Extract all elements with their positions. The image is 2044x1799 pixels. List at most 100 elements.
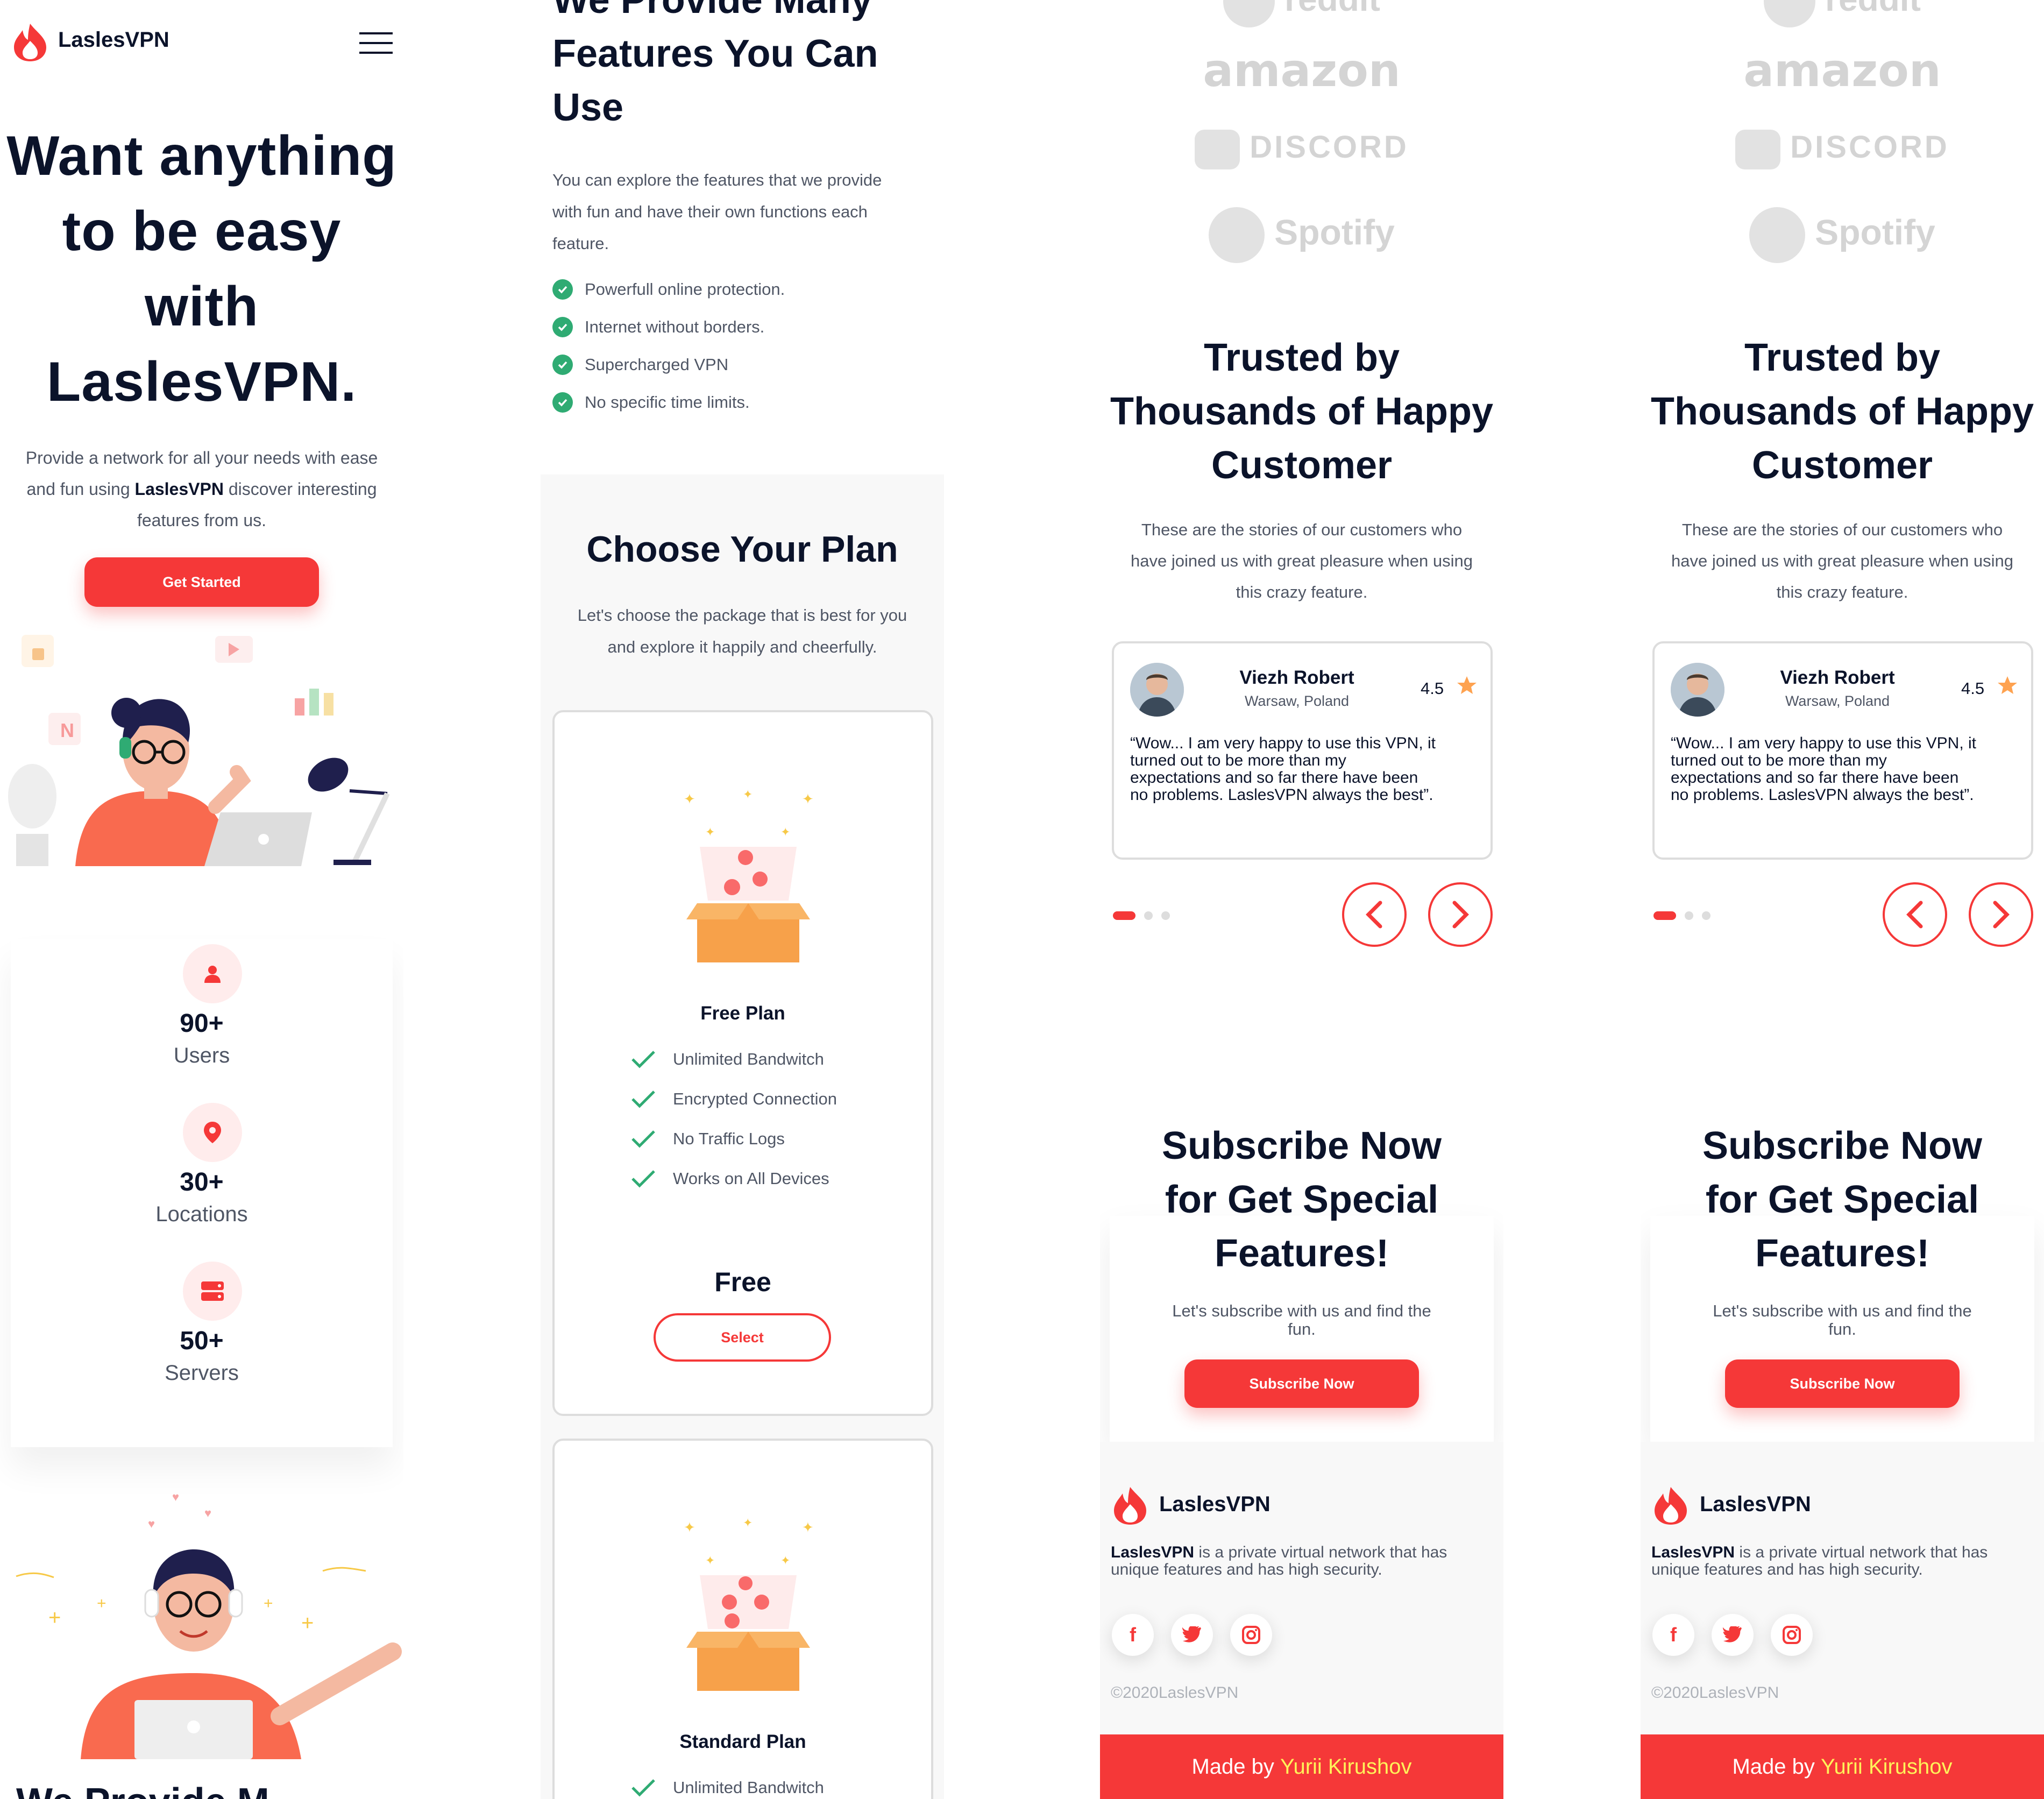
hero-desc-text: discover interesting [223, 479, 377, 499]
footer-logo-text[interactable]: LaslesVPN [1159, 1492, 1271, 1517]
feature-item-label: Supercharged VPN [585, 355, 729, 374]
svg-text:✦: ✦ [705, 1554, 715, 1567]
testimonial-card: Viezh Robert Warsaw, Poland 4.5 “Wow... … [1112, 641, 1493, 860]
testimonial-card: Viezh Robert Warsaw, Poland 4.5 “Wow... … [1652, 641, 2033, 860]
footer-logo-text[interactable]: LaslesVPN [1700, 1492, 1811, 1517]
plans-title: Choose Your Plan [586, 529, 898, 570]
feature-item: Powerfull online protection. [552, 271, 940, 308]
discord-icon [1735, 129, 1781, 169]
plan-feature-item: Encrypted Connection [630, 1079, 910, 1119]
prev-slide-button[interactable] [1342, 882, 1407, 947]
plans-description: Let's choose the package that is best fo… [541, 599, 944, 663]
testimonials-description: These are the stories of our customers w… [1641, 514, 2044, 608]
svg-text:✦: ✦ [684, 791, 695, 807]
prev-slide-button[interactable] [1883, 882, 1947, 947]
partner-name: DISCORD [1790, 130, 1949, 165]
footer-desc-text: is a private virtual network that has [1194, 1543, 1447, 1561]
footer: LaslesVPN LaslesVPN is a private virtual… [1641, 1442, 2044, 1734]
reviewer-name: Viezh Robert [1239, 667, 1354, 688]
facebook-icon[interactable]: f [1652, 1614, 1694, 1656]
logo-text[interactable]: LaslesVPN [58, 28, 169, 52]
made-by-prefix: Made by [1191, 1754, 1274, 1779]
next-slide-button[interactable] [1969, 882, 2033, 947]
instagram-icon[interactable] [1771, 1614, 1813, 1656]
footer-desc-text: is a private virtual network that has [1735, 1543, 1988, 1561]
svg-text:✦: ✦ [743, 788, 753, 801]
free-plan-card: ✦ ✦ ✦ ✦ ✦ Free Plan Unlimited Bandwitch [552, 710, 933, 1416]
logo-icon[interactable] [10, 22, 51, 62]
svg-text:+: + [97, 1595, 107, 1612]
slider-dot-active[interactable] [1653, 911, 1676, 920]
plan-feature-label: Works on All Devices [673, 1169, 829, 1188]
slider-dot[interactable] [1144, 911, 1153, 920]
slider-dot[interactable] [1685, 911, 1693, 920]
subscribe-title-line: Subscribe Now [1702, 1124, 1983, 1167]
features-title: We Provide Many Features You Can Use [552, 0, 940, 134]
features-title-line: Features You Can [552, 32, 878, 75]
hero-desc-line: and fun using LaslesVPN discover interes… [0, 473, 403, 505]
avatar [1671, 663, 1724, 717]
slider-dot[interactable] [1161, 911, 1170, 920]
stat-users-value: 90+ [180, 1009, 224, 1038]
hero-title-line: Want anything [6, 125, 397, 187]
made-by-author-link[interactable]: Yurii Kirushov [1280, 1755, 1412, 1779]
stat-servers-value: 50+ [180, 1327, 224, 1355]
twitter-icon[interactable] [1171, 1614, 1213, 1656]
facebook-icon[interactable]: f [1112, 1614, 1154, 1656]
subscribe-title-line: Features! [1755, 1232, 1930, 1275]
made-by-bar: Made by Yurii Kirushov [1641, 1734, 2044, 1799]
column-hero: LaslesVPN Want anything to be easy with … [0, 0, 403, 1799]
plan-feature-label: Encrypted Connection [673, 1089, 838, 1108]
plan-features-list: Unlimited Bandwitch [630, 1768, 910, 1799]
hero-illustration: N [0, 629, 403, 872]
get-started-button[interactable]: Get Started [84, 557, 319, 607]
plans-desc-line: Let's choose the package that is best fo… [577, 606, 907, 625]
select-plan-button[interactable]: Select [654, 1313, 831, 1362]
stat-locations-value: 30+ [180, 1168, 224, 1196]
reviewer-name: Viezh Robert [1780, 667, 1895, 688]
svg-text:✦: ✦ [684, 1519, 695, 1535]
stat-locations-label: Locations [155, 1202, 248, 1226]
location-pin-icon [183, 1103, 242, 1162]
slider-dot-active[interactable] [1113, 911, 1135, 920]
svg-text:+: + [264, 1595, 273, 1612]
slider-dot[interactable] [1702, 911, 1711, 920]
svg-text:✦: ✦ [780, 1554, 790, 1567]
hamburger-menu-icon[interactable] [359, 31, 393, 55]
subscribe-now-button[interactable]: Subscribe Now [1725, 1359, 1960, 1408]
testimonials-desc-line: These are the stories of our customers w… [1681, 520, 2003, 539]
copyright-text: ©2020LaslesVPN [1111, 1684, 1239, 1702]
testimonials-desc-line: this crazy feature. [1776, 583, 1908, 601]
hero-desc-text: and fun using [26, 479, 135, 499]
instagram-icon[interactable] [1230, 1614, 1272, 1656]
arrow-right-icon [1452, 901, 1469, 929]
testimonials-title-line: Customer [1211, 444, 1393, 487]
made-by-author-link[interactable]: Yurii Kirushov [1821, 1755, 1953, 1779]
server-icon [183, 1262, 242, 1321]
partner-name: amazon [1743, 44, 1941, 97]
footer-logo-icon[interactable] [1650, 1485, 1691, 1526]
svg-text:✦: ✦ [802, 1519, 814, 1535]
features-heading-cut: We Provide M [16, 1775, 269, 1799]
subscribe-now-button[interactable]: Subscribe Now [1184, 1359, 1419, 1408]
next-slide-button[interactable] [1428, 882, 1493, 947]
review-text-line: turned out to be more than my [1130, 752, 1346, 769]
check-icon [552, 279, 573, 300]
plan-name: Standard Plan [679, 1731, 806, 1752]
hero-title: Want anything to be easy with LaslesVPN. [0, 118, 403, 420]
spotify-icon [1209, 207, 1265, 263]
testimonials-desc-line: have joined us with great pleasure when … [1131, 551, 1473, 570]
plans-desc-line: and explore it happily and cheerfully. [607, 638, 877, 656]
testimonials-desc-line: have joined us with great pleasure when … [1671, 551, 2013, 570]
made-by-prefix: Made by [1732, 1754, 1815, 1779]
check-icon [552, 392, 573, 413]
footer-logo-icon[interactable] [1110, 1485, 1151, 1526]
svg-text:♥: ♥ [148, 1517, 155, 1531]
partner-name: reddit [1825, 0, 1921, 18]
arrow-left-icon [1366, 901, 1382, 929]
hero-description: Provide a network for all your needs wit… [0, 442, 403, 536]
svg-text:✦: ✦ [780, 825, 790, 839]
subscribe-description: Let's subscribe with us and find the fun… [1641, 1302, 2044, 1338]
twitter-icon[interactable] [1712, 1614, 1754, 1656]
partner-logo-discord: DISCORD [1100, 129, 1503, 169]
